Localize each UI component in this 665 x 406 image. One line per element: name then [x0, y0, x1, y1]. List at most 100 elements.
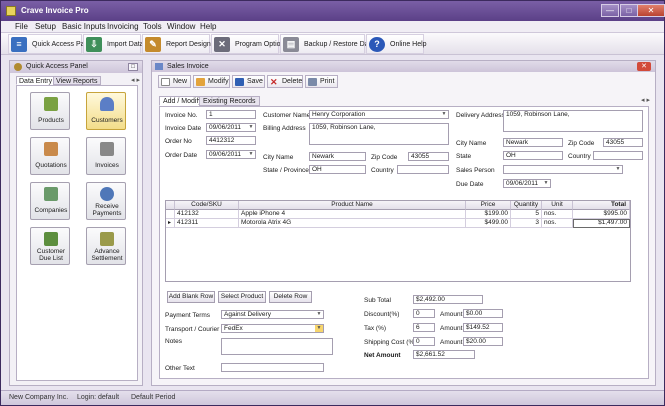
- invoice-tab-arrows[interactable]: ◂ ▸: [641, 96, 650, 104]
- invoice-form: Invoice No. 1 Invoice Date 09/06/2011 ▼ O…: [159, 106, 649, 379]
- import-data-button[interactable]: ⇩ Import Data: [83, 34, 144, 54]
- delivery-country-label: Country: [568, 153, 591, 160]
- due-date-picker[interactable]: 09/06/2011 ▼: [503, 179, 551, 188]
- menu-setup[interactable]: Setup: [35, 22, 56, 31]
- delivery-address-field[interactable]: 1059, Robinson Lane,: [503, 110, 643, 132]
- delivery-city-label: City Name: [456, 140, 487, 147]
- invoice-window-icon: [155, 63, 163, 70]
- tab-data-entry[interactable]: Data Entry: [16, 76, 56, 85]
- invoice-no-field[interactable]: 1: [206, 110, 256, 119]
- sales-invoice-close-button[interactable]: ✕: [637, 62, 651, 71]
- discount-pct-field[interactable]: 0: [413, 309, 435, 318]
- billing-country-field[interactable]: [397, 165, 449, 174]
- program-options-button[interactable]: ✕ Program Options: [211, 34, 288, 54]
- column-total[interactable]: Total: [573, 201, 630, 210]
- customer-name-select[interactable]: Henry Corporation ▼: [309, 110, 449, 119]
- tab-existing-records[interactable]: Existing Records: [199, 96, 260, 106]
- row-indicator[interactable]: [166, 210, 175, 219]
- delivery-zip-field[interactable]: 43055: [603, 138, 643, 147]
- delivery-city-field[interactable]: Newark: [503, 138, 563, 147]
- table-row-cell-name[interactable]: Apple iPhone 4: [239, 210, 466, 219]
- menu-invoicing[interactable]: Invoicing: [107, 22, 139, 31]
- menu-help[interactable]: Help: [200, 22, 216, 31]
- shipping-pct-field[interactable]: 0: [413, 337, 435, 346]
- order-date-picker[interactable]: 09/06/2011 ▼: [206, 150, 256, 159]
- transport-select[interactable]: FedEx ▼: [221, 324, 324, 333]
- report-designer-button[interactable]: ✎ Report Designer: [142, 34, 217, 54]
- column-price[interactable]: Price: [466, 201, 511, 210]
- quick-access-panel-button[interactable]: ≡ Quick Access Panel: [8, 34, 94, 54]
- table-row-cell-total[interactable]: $1,497.00: [573, 219, 630, 228]
- tile-customers[interactable]: Customers: [86, 92, 126, 130]
- tile-customer-due-list[interactable]: Customer Due List: [30, 227, 70, 265]
- table-row-cell-name[interactable]: Motorola Atrix 4G: [239, 219, 466, 228]
- modify-button[interactable]: Modify: [193, 75, 230, 88]
- menu-basic-inputs[interactable]: Basic Inputs: [62, 22, 106, 31]
- tile-invoices[interactable]: Invoices: [86, 137, 126, 175]
- table-row-cell-code[interactable]: 412311: [175, 219, 239, 228]
- order-no-field[interactable]: 4412312: [206, 136, 256, 145]
- table-row-cell-qty[interactable]: 5: [511, 210, 542, 219]
- table-row-cell-price[interactable]: $199.00: [466, 210, 511, 219]
- chevron-down-icon: ▼: [315, 325, 323, 332]
- print-button[interactable]: Print: [305, 75, 338, 88]
- billing-city-field[interactable]: Newark: [309, 152, 366, 161]
- delete-x-icon: ✕: [270, 77, 278, 87]
- invoice-date-picker[interactable]: 09/06/2011 ▼: [206, 123, 256, 132]
- tile-products[interactable]: Products: [30, 92, 70, 130]
- payment-terms-label: Payment Terms: [165, 312, 211, 319]
- shipping-amount-field[interactable]: $20.00: [463, 337, 503, 346]
- table-row-cell-price[interactable]: $499.00: [466, 219, 511, 228]
- line-items-grid: Code/SKU Product Name Price Quantity Uni…: [165, 200, 631, 282]
- online-help-button[interactable]: ? Online Help: [366, 34, 427, 54]
- billing-state-field[interactable]: OH: [309, 165, 366, 174]
- notes-field[interactable]: [221, 338, 333, 355]
- menu-window[interactable]: Window: [167, 22, 195, 31]
- import-icon: ⇩: [86, 37, 102, 52]
- billing-zip-field[interactable]: 43055: [408, 152, 449, 161]
- tab-scroll-arrows[interactable]: ◂ ▸: [131, 76, 140, 84]
- delete-row-button[interactable]: Delete Row: [269, 291, 312, 303]
- other-text-label: Other Text: [165, 365, 195, 372]
- tab-view-reports[interactable]: View Reports: [53, 76, 101, 85]
- minimize-button[interactable]: —: [601, 4, 619, 17]
- billing-address-field[interactable]: 1059, Robinson Lane,: [309, 123, 449, 145]
- table-row-cell-qty[interactable]: 3: [511, 219, 542, 228]
- discount-amount-field[interactable]: $0.00: [463, 309, 503, 318]
- new-button[interactable]: New: [158, 75, 191, 88]
- column-code-sku[interactable]: Code/SKU: [175, 201, 239, 210]
- billing-country-label: Country: [371, 167, 394, 174]
- maximize-button[interactable]: □: [620, 4, 638, 17]
- tax-pct-field[interactable]: 6: [413, 323, 435, 332]
- menu-file[interactable]: File: [15, 22, 28, 31]
- menu-tools[interactable]: Tools: [143, 22, 162, 31]
- row-indicator[interactable]: ▸: [166, 219, 175, 228]
- tile-receive-payments[interactable]: Receive Payments: [86, 182, 126, 220]
- tile-quotations[interactable]: Quotations: [30, 137, 70, 175]
- other-text-field[interactable]: [221, 363, 324, 372]
- column-product-name[interactable]: Product Name: [239, 201, 466, 210]
- delivery-state-field[interactable]: OH: [503, 151, 563, 160]
- delivery-country-field[interactable]: [593, 151, 643, 160]
- table-row-cell-total[interactable]: $995.00: [573, 210, 630, 219]
- backup-restore-button[interactable]: ▤ Backup / Restore Data: [280, 34, 374, 54]
- payment-terms-select[interactable]: Against Delivery ▼: [221, 310, 324, 319]
- sales-person-select[interactable]: ▼: [503, 165, 623, 174]
- tile-advance-settlement[interactable]: Advance Settlement: [86, 227, 126, 265]
- sub-total-field: $2,492.00: [413, 295, 483, 304]
- save-button[interactable]: Save: [232, 75, 265, 88]
- table-row-cell-unit[interactable]: nos.: [542, 210, 573, 219]
- select-product-button[interactable]: Select Product: [218, 291, 266, 303]
- close-button[interactable]: ✕: [637, 4, 665, 17]
- table-row-cell-code[interactable]: 412132: [175, 210, 239, 219]
- add-blank-row-button[interactable]: Add Blank Row: [167, 291, 215, 303]
- quick-access-close-button[interactable]: □: [128, 63, 138, 71]
- title-bar[interactable]: Crave Invoice Pro — □ ✕: [1, 1, 665, 21]
- pin-icon[interactable]: [14, 63, 22, 71]
- table-row-cell-unit[interactable]: nos.: [542, 219, 573, 228]
- delete-button[interactable]: ✕ Delete: [267, 75, 303, 88]
- column-quantity[interactable]: Quantity: [511, 201, 542, 210]
- tax-amount-field[interactable]: $149.52: [463, 323, 503, 332]
- tile-companies[interactable]: Companies: [30, 182, 70, 220]
- column-unit[interactable]: Unit: [542, 201, 573, 210]
